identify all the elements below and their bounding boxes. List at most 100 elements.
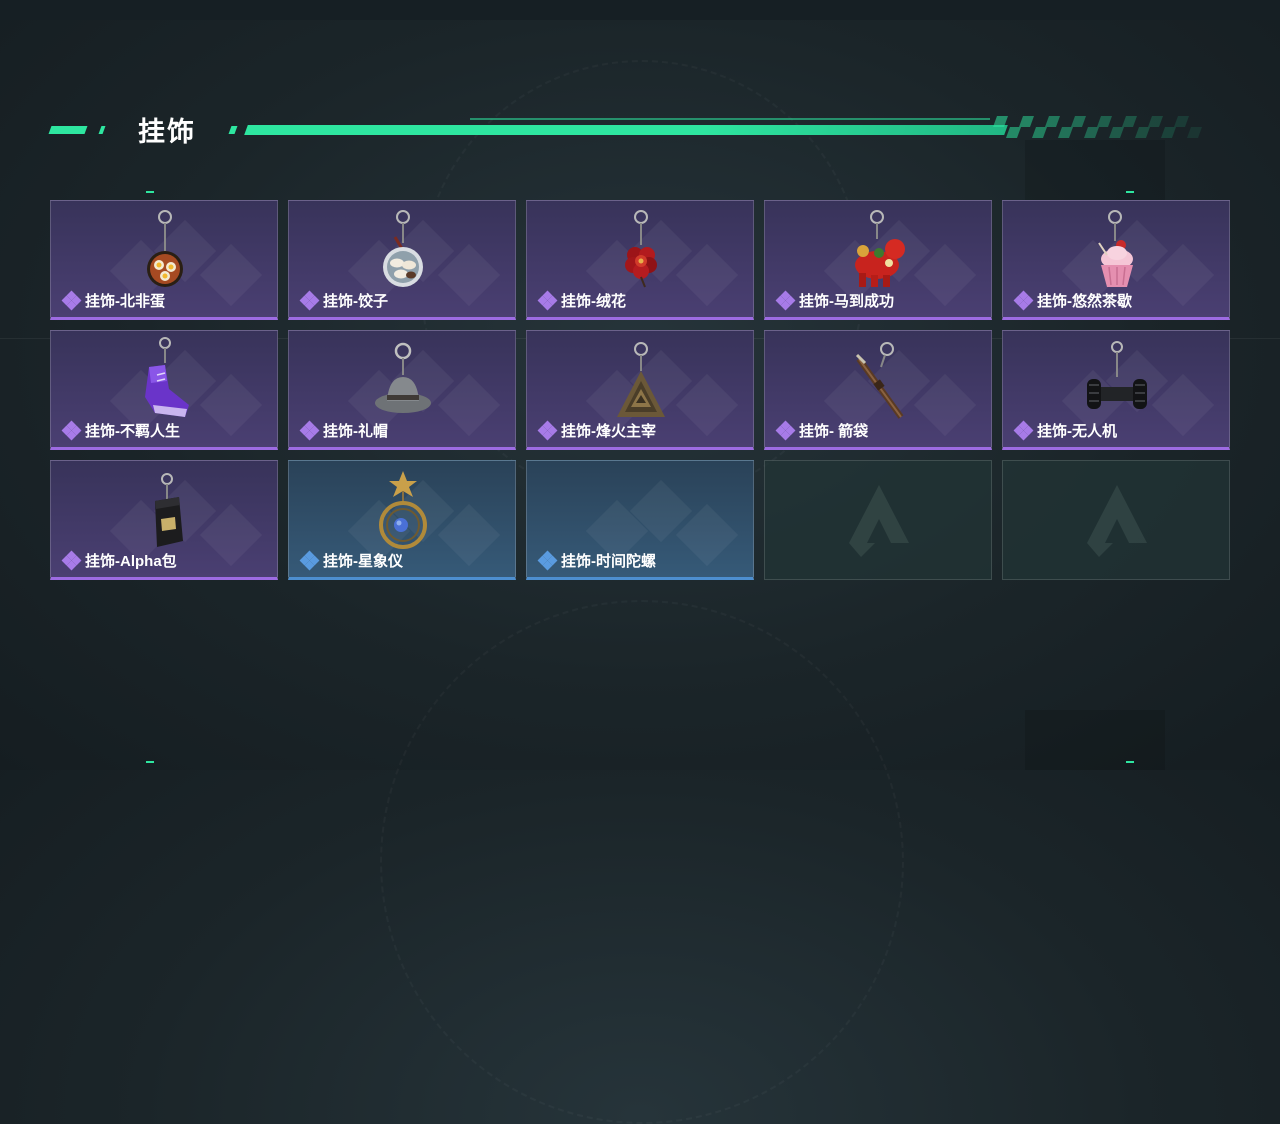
dumplings-plate-icon: [383, 210, 423, 287]
rarity-diamond-icon: [299, 550, 320, 570]
top-bar: [0, 0, 1280, 20]
checker-square: [1005, 127, 1021, 138]
background-block: [1025, 710, 1165, 770]
item-card[interactable]: 挂饰-Alpha包: [50, 460, 278, 580]
astrolabe-icon: [379, 471, 427, 549]
purple-sneaker-icon: [145, 337, 189, 417]
black-pouch-icon: [155, 473, 183, 547]
rarity-diamond-icon: [1013, 290, 1034, 310]
item-label: 挂饰-绒花: [537, 290, 626, 311]
item-card[interactable]: 挂饰-不羁人生: [50, 330, 278, 450]
item-name: 挂饰-礼帽: [323, 423, 388, 440]
placeholder-logo-icon: [1087, 485, 1147, 557]
rarity-diamond-icon: [775, 290, 796, 310]
checker-square: [1083, 127, 1099, 138]
rarity-diamond-icon: [537, 290, 558, 310]
corner-tick: [1126, 761, 1134, 763]
red-velvet-flower-icon: [625, 210, 657, 288]
header-checker-pattern: [992, 116, 1203, 138]
rarity-diamond-icon: [775, 420, 796, 440]
item-label: 挂饰-星象仪: [299, 550, 403, 571]
section-header: 挂饰: [48, 108, 1210, 148]
header-accent-bar: [228, 126, 238, 134]
item-label: 挂饰-饺子: [299, 290, 388, 311]
item-name: 挂饰-悠然茶歇: [1037, 293, 1132, 310]
item-name: 挂饰-星象仪: [323, 553, 403, 570]
drone-wheels-icon: [1087, 341, 1147, 409]
checker-square: [1135, 127, 1151, 138]
item-name: 挂饰-无人机: [1037, 423, 1117, 440]
item-card[interactable]: 挂饰-悠然茶歇: [1002, 200, 1230, 320]
header-accent-line: [244, 125, 1008, 135]
placeholder-logo-icon: [849, 485, 909, 557]
item-card[interactable]: 挂饰-无人机: [1002, 330, 1230, 450]
item-label: 挂饰-北非蛋: [61, 290, 165, 311]
item-card[interactable]: 挂饰-饺子: [288, 200, 516, 320]
checker-square: [1187, 127, 1203, 138]
item-label: 挂饰- 箭袋: [775, 420, 869, 441]
checker-square: [1031, 127, 1047, 138]
checker-square: [1096, 116, 1112, 127]
red-horse-icon: [855, 210, 905, 287]
header-accent-bar: [98, 126, 106, 134]
checker-square: [1174, 116, 1190, 127]
checker-square: [1109, 127, 1125, 138]
fedora-hat-icon: [375, 342, 431, 413]
item-name: 挂饰-饺子: [323, 293, 388, 310]
item-name: 挂饰-时间陀螺: [561, 553, 656, 570]
empty-slot[interactable]: [764, 460, 992, 580]
item-label: 挂饰-马到成功: [775, 290, 894, 311]
item-name: 挂饰-不羁人生: [85, 423, 180, 440]
item-label: 挂饰-不羁人生: [61, 420, 180, 441]
rarity-diamond-icon: [61, 290, 82, 310]
item-card[interactable]: 挂饰-马到成功: [764, 200, 992, 320]
empty-slot[interactable]: [1002, 460, 1230, 580]
item-card[interactable]: 挂饰-烽火主宰: [526, 330, 754, 450]
section-title: 挂饰: [138, 117, 196, 147]
background-deco-circle: [380, 600, 904, 1124]
item-label: 挂饰-烽火主宰: [537, 420, 656, 441]
item-card[interactable]: 挂饰- 箭袋: [764, 330, 992, 450]
item-label: 挂饰-无人机: [1013, 420, 1117, 441]
corner-tick: [1126, 191, 1134, 193]
rarity-diamond-icon: [299, 290, 320, 310]
item-label: 挂饰-悠然茶歇: [1013, 290, 1132, 311]
checker-square: [1057, 127, 1073, 138]
checker-square: [1148, 116, 1164, 127]
triangle-emblem-icon: [617, 342, 665, 417]
item-label: 挂饰-时间陀螺: [537, 550, 656, 571]
shakshuka-pan-icon: [147, 210, 183, 287]
item-label: 挂饰-Alpha包: [61, 550, 177, 571]
cupcake-icon: [1098, 210, 1133, 287]
rarity-diamond-icon: [1013, 420, 1034, 440]
checker-square: [992, 116, 1008, 127]
checker-square: [1122, 116, 1138, 127]
item-card[interactable]: 挂饰-北非蛋: [50, 200, 278, 320]
rarity-diamond-icon: [537, 420, 558, 440]
item-card[interactable]: 挂饰-礼帽: [288, 330, 516, 450]
header-accent-bar: [48, 126, 88, 134]
item-name: 挂饰-北非蛋: [85, 293, 165, 310]
item-name: 挂饰-烽火主宰: [561, 423, 656, 440]
item-card[interactable]: 挂饰-星象仪: [288, 460, 516, 580]
item-name: 挂饰-马到成功: [799, 293, 894, 310]
item-name: 挂饰-绒花: [561, 293, 626, 310]
rarity-diamond-icon: [537, 550, 558, 570]
item-grid: 挂饰-北非蛋 挂饰-饺子 挂饰-绒花 挂饰-马到成功 挂饰-悠然茶歇 挂饰-不羁…: [50, 200, 1230, 580]
rarity-diamond-icon: [299, 420, 320, 440]
corner-tick: [146, 761, 154, 763]
item-label: 挂饰-礼帽: [299, 420, 388, 441]
quiver-icon: [855, 342, 904, 419]
rarity-diamond-icon: [61, 550, 82, 570]
item-card[interactable]: 挂饰-时间陀螺: [526, 460, 754, 580]
item-name: 挂饰- 箭袋: [799, 423, 869, 440]
header-thin-line: [470, 118, 990, 120]
corner-tick: [146, 191, 154, 193]
checker-square: [1070, 116, 1086, 127]
item-name: 挂饰-Alpha包: [85, 553, 177, 570]
rarity-diamond-icon: [61, 420, 82, 440]
item-card[interactable]: 挂饰-绒花: [526, 200, 754, 320]
checker-square: [1161, 127, 1177, 138]
checker-square: [1018, 116, 1034, 127]
checker-square: [1044, 116, 1060, 127]
